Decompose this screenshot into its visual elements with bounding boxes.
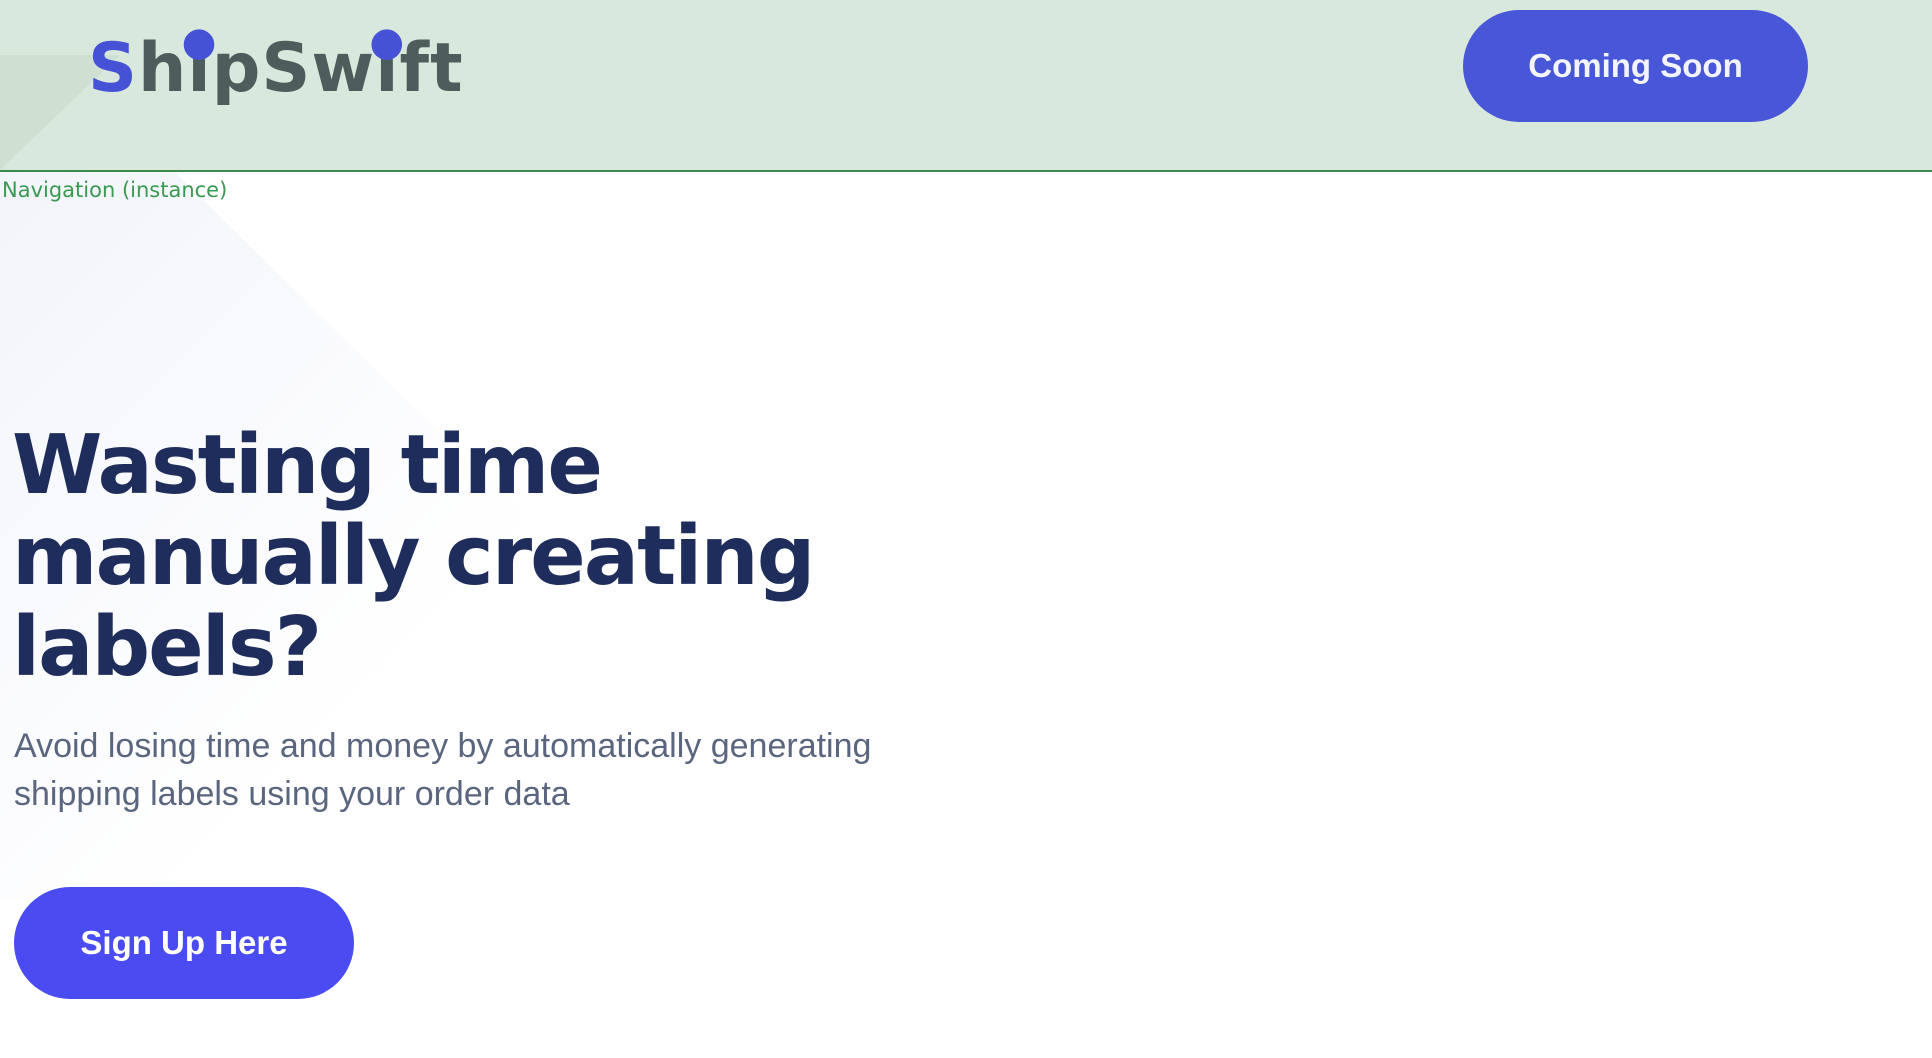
logo-i-dot-icon: ● (181, 19, 218, 65)
coming-soon-button[interactable]: Coming Soon (1463, 10, 1808, 122)
hero-subtitle: Avoid losing time and money by automatic… (14, 722, 974, 818)
hero-heading-line-1: Wasting time (12, 418, 603, 513)
logo-accent-letter: S (88, 29, 138, 108)
logo-text-part-2: pSw (211, 29, 376, 108)
logo-i-dot-icon-2: ● (369, 19, 406, 65)
hero-subtitle-line-2: shipping labels using your order data (14, 775, 570, 813)
hero-heading-line-2: manually creating (12, 509, 815, 604)
shipswift-logo[interactable]: Shı ● pSwı ● ft (88, 22, 464, 118)
sign-up-button[interactable]: Sign Up Here (14, 887, 354, 999)
hero-heading: Wasting time manually creating labels? (12, 420, 912, 693)
logo-i-2: ı ● (369, 22, 404, 110)
navigation-instance-label: Navigation (instance) (2, 178, 228, 202)
hero-subtitle-line-1: Avoid losing time and money by automatic… (14, 727, 872, 765)
logo-i: ı ● (182, 22, 217, 110)
hero-heading-line-3: labels? (12, 600, 322, 695)
logo-text-part-3: ft (399, 29, 464, 108)
navigation-bar: Shı ● pSwı ● ft Coming Soon (0, 0, 1932, 172)
logo-text-part: h (137, 29, 188, 108)
